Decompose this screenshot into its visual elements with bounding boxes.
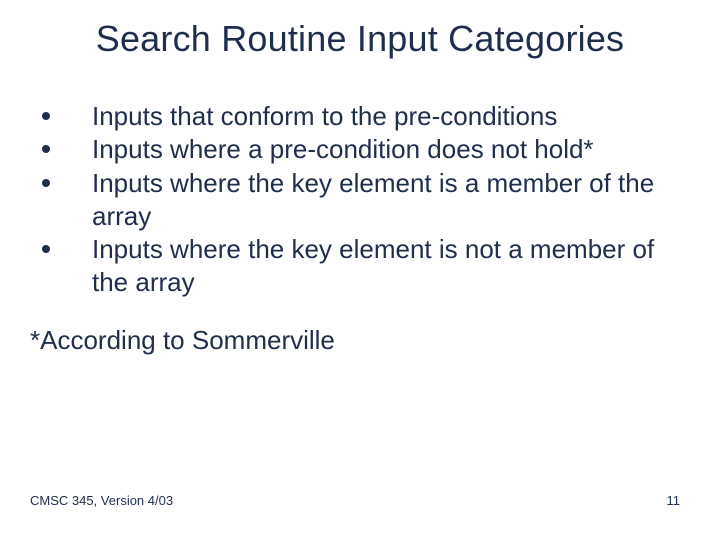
list-item: Inputs where the key element is a member… — [30, 167, 690, 234]
slide: Search Routine Input Categories Inputs t… — [0, 0, 720, 540]
page-number: 11 — [667, 493, 681, 508]
bullet-text: Inputs where the key element is not a me… — [92, 234, 654, 297]
slide-body: Inputs that conform to the pre-condition… — [30, 100, 690, 300]
bullet-icon — [42, 245, 50, 253]
list-item: Inputs where a pre-condition does not ho… — [30, 133, 690, 166]
bullet-list: Inputs that conform to the pre-condition… — [30, 100, 690, 300]
bullet-icon — [42, 112, 50, 120]
footnote: *According to Sommerville — [30, 325, 690, 356]
bullet-text: Inputs that conform to the pre-condition… — [92, 101, 557, 131]
bullet-text: Inputs where a pre-condition does not ho… — [92, 134, 594, 164]
list-item: Inputs that conform to the pre-condition… — [30, 100, 690, 133]
list-item: Inputs where the key element is not a me… — [30, 233, 690, 300]
footer-left: CMSC 345, Version 4/03 — [30, 493, 173, 508]
slide-title: Search Routine Input Categories — [0, 18, 720, 60]
bullet-icon — [42, 179, 50, 187]
bullet-text: Inputs where the key element is a member… — [92, 168, 654, 231]
bullet-icon — [42, 145, 50, 153]
